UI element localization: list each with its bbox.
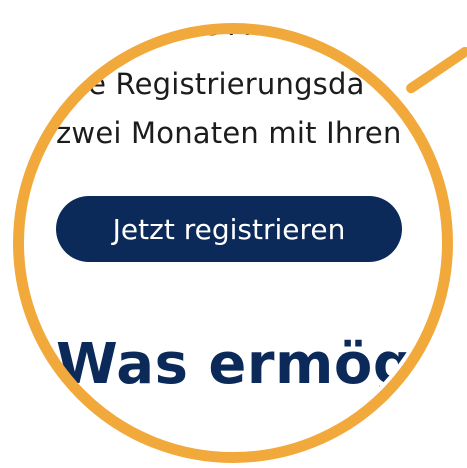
body-text-line-2: hre Registrierungsda [58, 67, 365, 101]
register-button-label: Jetzt registrieren [112, 212, 346, 246]
callout-pointer [404, 44, 467, 96]
magnified-content: egebene Adr hre Registrierungsda zwei Mo… [16, 8, 453, 450]
body-text-line-1: egebene Adr [92, 8, 280, 42]
section-heading: Was ermöglich [56, 332, 453, 397]
magnifier-callout: egebene Adr hre Registrierungsda zwei Mo… [0, 0, 467, 468]
body-text-line-3: zwei Monaten mit Ihren [56, 116, 402, 150]
register-button[interactable]: Jetzt registrieren [56, 196, 402, 262]
